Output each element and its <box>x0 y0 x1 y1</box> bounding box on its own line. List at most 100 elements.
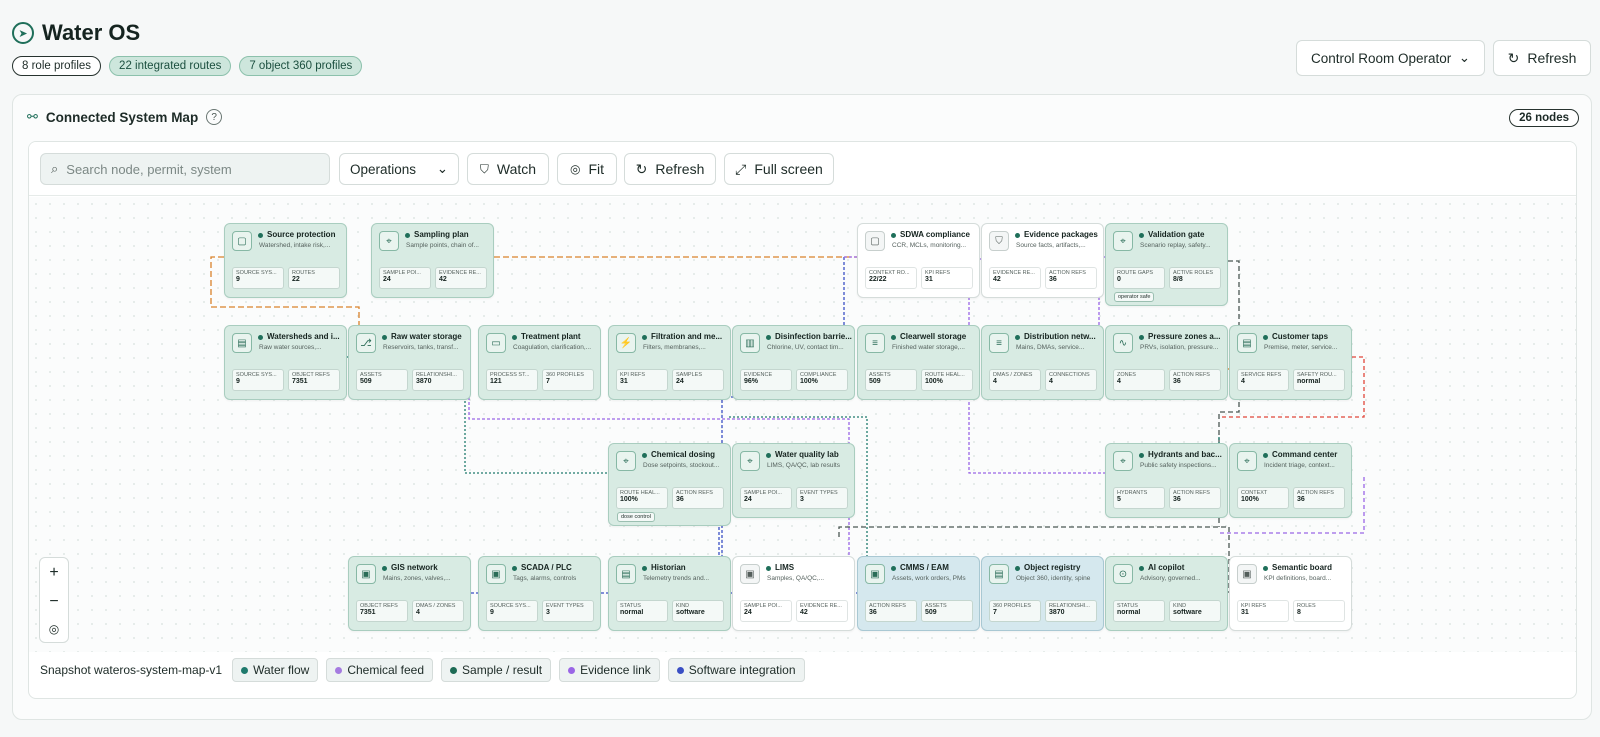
chevron-down-icon: ⌄ <box>1458 50 1470 65</box>
status-dot <box>1015 566 1020 571</box>
map-node[interactable]: ▣ LIMS Samples, QA/QC,... SAMPLE POI... 24 EV… <box>732 556 855 631</box>
watch-button[interactable]: ⛉ Watch <box>467 153 549 185</box>
stat-value: 9 <box>236 378 240 385</box>
node-title: Object registry <box>1024 563 1081 572</box>
map-node[interactable]: ⎇ Raw water storage Reservoirs, tanks, tra… <box>348 325 471 400</box>
node-title: Raw water storage <box>391 332 462 341</box>
zoom-out-icon[interactable]: − <box>49 593 58 611</box>
node-stat: DMAS / ZONES 4 <box>989 369 1041 391</box>
map-node[interactable]: ≡ Distribution netw... Mains, DMAs, servic… <box>981 325 1104 400</box>
stat-value: 3870 <box>1049 609 1065 616</box>
node-title: GIS network <box>391 563 438 572</box>
map-node[interactable]: ⚡ Filtration and me... Filters, membranes,… <box>608 325 731 400</box>
reset-view-icon[interactable]: ◎ <box>49 622 59 636</box>
map-node[interactable]: ⌖ Validation gate Scenario replay, safety.… <box>1105 223 1228 306</box>
node-stat: KIND software <box>672 600 724 622</box>
map-node[interactable]: ▤ Historian Telemetry trends and... STATUS n… <box>608 556 731 631</box>
map-node[interactable]: ∿ Pressure zones a... PRVs, isolation, pre… <box>1105 325 1228 400</box>
header-refresh-button[interactable]: ↻ Refresh <box>1493 40 1591 76</box>
node-stat: CONTEXT RO... 22/22 <box>865 267 917 289</box>
node-stat: EVIDENCE RE... 42 <box>796 600 848 622</box>
node-stat: PROCESS ST... 121 <box>486 369 538 391</box>
map-node[interactable]: ≡ Clearwell storage Finished water storage… <box>857 325 980 400</box>
stat-label: 360 PROFILES <box>993 603 1031 609</box>
node-subtitle: Mains, DMAs, service... <box>1016 344 1085 351</box>
map-node[interactable]: ▣ GIS network Mains, zones, valves,... OBJE… <box>348 556 471 631</box>
zoom-in-icon[interactable]: + <box>49 564 58 582</box>
fit-button[interactable]: ◎ Fit <box>557 153 617 185</box>
node-stat: ROLES 8 <box>1293 600 1345 622</box>
help-icon[interactable]: ? <box>206 109 223 125</box>
map-node[interactable]: ▢ SDWA compliance CCR, MCLs, monitoring...… <box>857 223 980 298</box>
map-canvas[interactable]: ▢ Source protection Watershed, intake risk… <box>29 197 1576 652</box>
node-icon: ▭ <box>486 333 506 353</box>
map-node[interactable]: ▣ Semantic board KPI definitions, board...… <box>1229 556 1352 631</box>
node-stat: CONTEXT 100% <box>1237 487 1289 509</box>
node-stat: EVENT TYPES 3 <box>542 600 594 622</box>
map-node[interactable]: ⌖ Chemical dosing Dose setpoints, stockout… <box>608 443 731 526</box>
node-title: Source protection <box>267 230 336 239</box>
node-icon: ▣ <box>865 564 885 584</box>
status-dot <box>891 233 896 238</box>
map-node[interactable]: ▤ Object registry Object 360, identity, sp… <box>981 556 1104 631</box>
map-node[interactable]: ⌖ Hydrants and bac... Public safety inspec… <box>1105 443 1228 518</box>
stat-value: software <box>676 609 705 616</box>
map-node[interactable]: ▣ SCADA / PLC Tags, alarms, controls SOURCE… <box>478 556 601 631</box>
node-stat: SAMPLES 24 <box>672 369 724 391</box>
node-subtitle: Telemetry trends and... <box>643 575 710 582</box>
node-subtitle: Premise, meter, service... <box>1264 344 1338 351</box>
map-node[interactable]: ▤ Customer taps Premise, meter, service...… <box>1229 325 1352 400</box>
node-subtitle: Filters, membranes,... <box>643 344 706 351</box>
watch-label: Watch <box>496 161 537 177</box>
map-node[interactable]: ▤ Watersheds and i... Raw water sources,..… <box>224 325 347 400</box>
node-stat: CONNECTIONS 4 <box>1045 369 1097 391</box>
search-box[interactable]: ⌕ <box>40 153 330 185</box>
node-subtitle: PRVs, isolation, pressure... <box>1140 344 1219 351</box>
node-chip: dose control <box>617 512 655 522</box>
map-refresh-button[interactable]: ↻ Refresh <box>624 153 716 185</box>
stat-value: 96% <box>744 378 759 385</box>
node-title: Command center <box>1272 450 1338 459</box>
map-node[interactable]: ▥ Disinfection barrie... Chlorine, UV, con… <box>732 325 855 400</box>
node-icon: ▣ <box>740 564 760 584</box>
integrated-routes-badge: 22 integrated routes <box>109 56 232 76</box>
mode-select-value: Operations <box>350 161 417 177</box>
map-node[interactable]: ⌖ Command center Incident triage, context.… <box>1229 443 1352 518</box>
node-subtitle: LIMS, QA/QC, lab results <box>767 462 840 469</box>
map-node[interactable]: ▣ CMMS / EAM Assets, work orders, PMs ACTIO… <box>857 556 980 631</box>
legend-label: Chemical feed <box>347 663 425 677</box>
map-node[interactable]: ⊙ AI copilot Advisory, governed... STATUS no… <box>1105 556 1228 631</box>
legend-item: Sample / result <box>441 658 552 682</box>
panel-title: Connected System Map <box>45 109 199 125</box>
node-subtitle: Finished water storage,... <box>892 344 965 351</box>
stat-value: 36 <box>676 496 684 503</box>
node-stat: OBJECT REFS 7351 <box>356 600 408 622</box>
map-node[interactable]: ▢ Source protection Watershed, intake risk… <box>224 223 347 298</box>
map-node[interactable]: ⛉ Evidence packages Source facts, artifact… <box>981 223 1104 298</box>
zoom-controls: + − ◎ <box>39 557 69 643</box>
node-title: Pressure zones a... <box>1148 332 1221 341</box>
stat-value: 509 <box>869 378 881 385</box>
map-toolbar: ⌕ Operations ⌄ ⛉ Watch ◎ Fit ↻ Refresh ⤢ <box>29 142 1576 196</box>
node-stat: ASSETS 509 <box>356 369 408 391</box>
status-dot <box>1139 233 1144 238</box>
mode-select[interactable]: Operations ⌄ <box>339 153 459 185</box>
stat-value: 24 <box>676 378 684 385</box>
status-dot <box>766 335 771 340</box>
node-stat: OBJECT REFS 7351 <box>288 369 340 391</box>
legend-dot <box>676 666 684 674</box>
node-subtitle: Coagulation, clarification,... <box>513 344 592 351</box>
stat-value: 22/22 <box>869 276 887 283</box>
search-input[interactable] <box>66 161 307 177</box>
stat-value: 4 <box>416 609 420 616</box>
full-screen-button[interactable]: ⤢ Full screen <box>724 153 834 185</box>
legend-dot <box>335 666 343 674</box>
map-node[interactable]: ⌖ Sampling plan Sample points, chain of...… <box>371 223 494 298</box>
role-select[interactable]: Control Room Operator ⌄ <box>1296 40 1485 76</box>
map-node[interactable]: ▭ Treatment plant Coagulation, clarificati… <box>478 325 601 400</box>
node-icon: ▤ <box>989 564 1009 584</box>
status-dot <box>766 453 771 458</box>
stat-value: 42 <box>993 276 1001 283</box>
node-title: Historian <box>651 563 686 572</box>
map-node[interactable]: ⌖ Water quality lab LIMS, QA/QC, lab resul… <box>732 443 855 518</box>
